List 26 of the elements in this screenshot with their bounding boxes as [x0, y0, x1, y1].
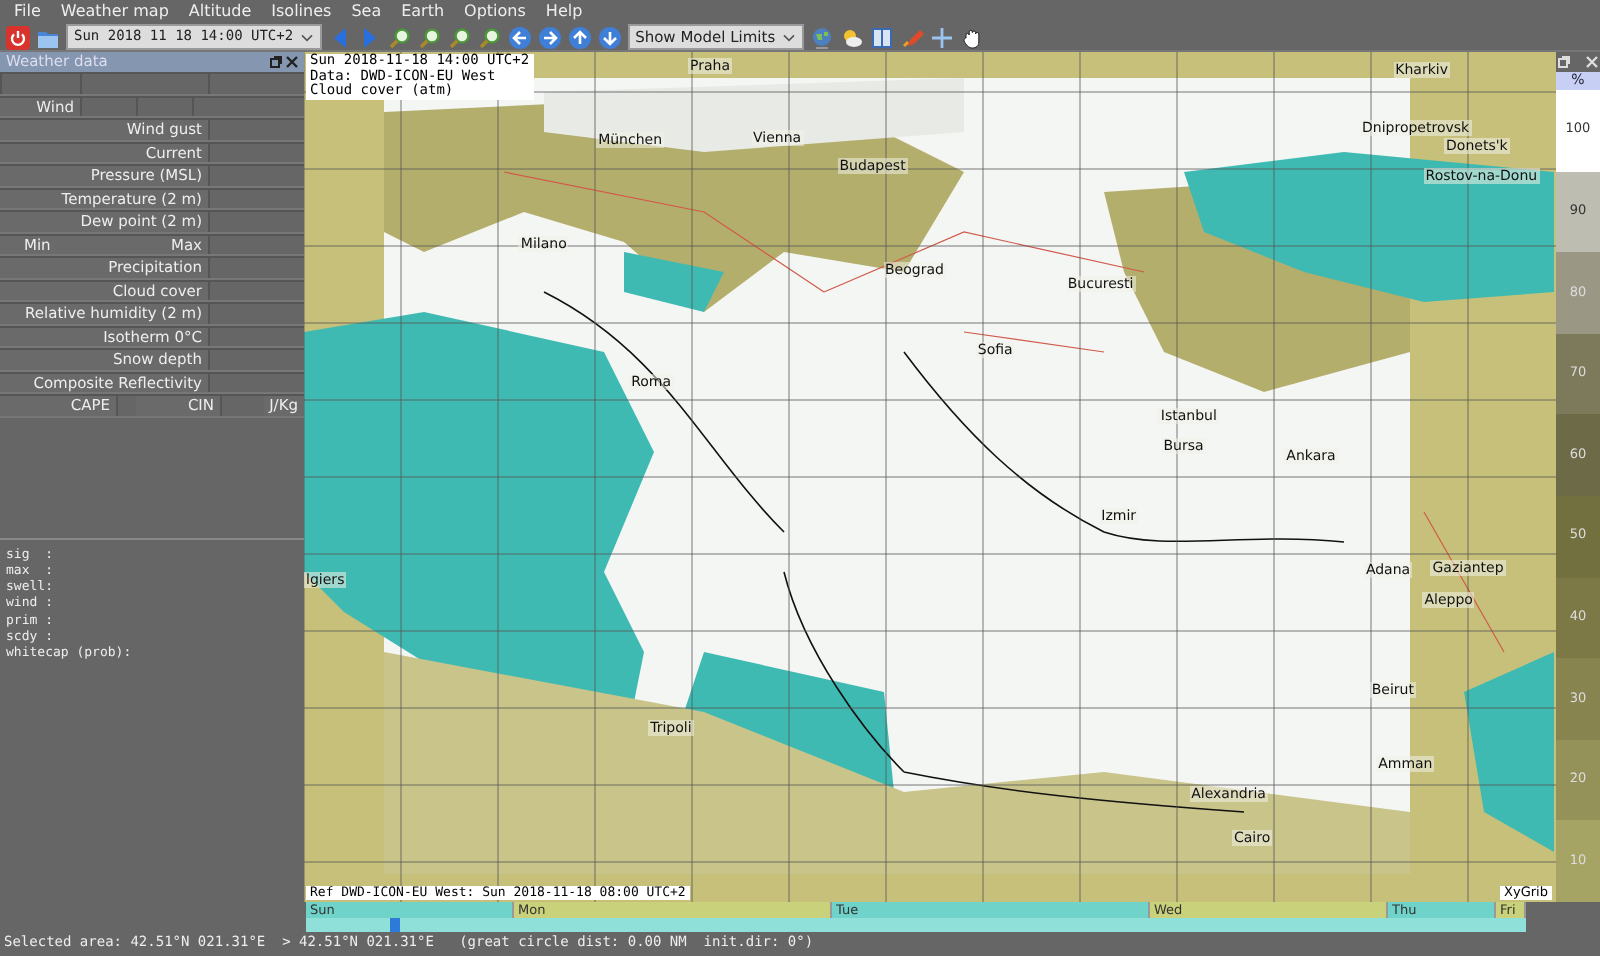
arrow-circle-icon[interactable]	[567, 25, 592, 49]
magnifier-icon[interactable]	[387, 25, 412, 49]
float-icon[interactable]	[270, 56, 282, 68]
timeline-track[interactable]	[306, 918, 1526, 932]
arrow-circle-icon[interactable]	[537, 25, 562, 49]
magnifier-icon[interactable]	[447, 25, 472, 49]
caret-icon[interactable]	[781, 32, 796, 42]
close-icon[interactable]	[286, 56, 298, 68]
power-icon[interactable]	[6, 25, 30, 49]
menu-item[interactable]: Isolines	[261, 0, 342, 24]
menu-item[interactable]: File	[4, 0, 51, 24]
arrow-circle-icon[interactable]	[597, 25, 622, 49]
globe-icon[interactable]	[809, 25, 834, 49]
magnifier-icon[interactable]	[417, 25, 442, 49]
menu-item[interactable]: Help	[535, 0, 593, 24]
sun-cloud-icon[interactable]	[839, 25, 864, 49]
magnifier-icon[interactable]	[477, 25, 502, 49]
menu-item[interactable]: Weather map	[50, 0, 179, 24]
menu-item[interactable]: Sea	[341, 0, 392, 24]
timeline-handle[interactable]	[389, 918, 400, 932]
menu-item[interactable]: Altitude	[178, 0, 262, 24]
caret-icon[interactable]	[299, 32, 314, 42]
menu-item[interactable]: Earth	[391, 0, 455, 24]
hand-icon[interactable]	[959, 25, 984, 49]
arrow-circle-icon[interactable]	[507, 25, 532, 49]
menu-item[interactable]: Options	[454, 0, 536, 24]
